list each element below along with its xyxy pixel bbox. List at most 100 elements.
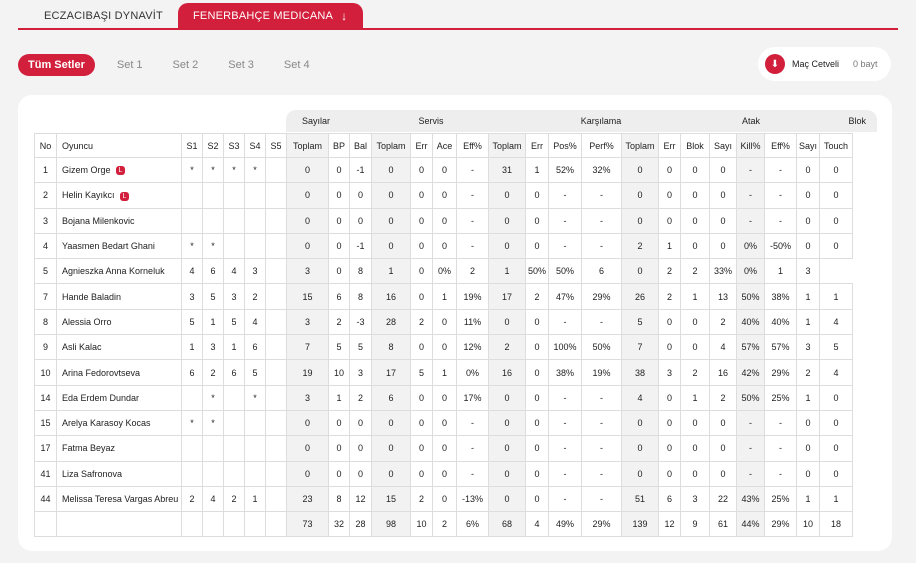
stat-cell: 0 — [796, 409, 821, 437]
stat-cell: 2 — [709, 384, 738, 411]
stat-cell: 2 — [181, 485, 203, 513]
stat-cell: 25% — [764, 485, 798, 513]
column-header: Eff% — [456, 133, 489, 158]
stat-cell: 6 — [371, 384, 411, 411]
stat-cell: 0 — [621, 409, 660, 437]
stat-cell: 40% — [764, 308, 798, 336]
group-atak: Atak — [741, 116, 760, 126]
stat-cell: 6 — [223, 359, 245, 386]
team-tab-eczacibasi[interactable]: ECZACIBAŞI DYNAVİT — [28, 3, 179, 29]
set-tab-2[interactable]: Set 2 — [173, 59, 199, 71]
column-header: BP — [328, 133, 350, 158]
stat-cell: 1 — [764, 258, 798, 285]
stat-cell: 0 — [796, 182, 821, 209]
table-row: 2 Helin Kayıkcı L 0 0 0 0 0 0-0 0- -0 0 0 0- -0 0 — [34, 182, 854, 209]
set-tab-1[interactable]: Set 1 — [117, 59, 143, 71]
stat-cell: 0 — [680, 232, 711, 260]
stat-cell — [181, 182, 203, 209]
stat-cell: 0 — [432, 334, 457, 361]
stat-cell: 0 — [410, 258, 433, 285]
stat-cell: - — [736, 409, 766, 437]
stat-cell: 0 — [410, 182, 433, 209]
stat-cell: - — [764, 207, 798, 234]
stat-cell: 16 — [709, 359, 738, 386]
player-number: 7 — [34, 283, 57, 310]
stat-cell: - — [456, 435, 489, 462]
player-number: 8 — [34, 308, 57, 336]
stat-cell: 0 — [709, 182, 738, 209]
column-header: No — [34, 133, 57, 158]
stat-cell: 0 — [524, 435, 550, 462]
stat-cell: 0 — [371, 156, 411, 184]
stat-cell: 50% — [548, 258, 583, 285]
stat-cell: -3 — [349, 308, 372, 336]
stat-cell: - — [736, 435, 766, 462]
stat-cell: 0% — [736, 232, 766, 260]
stat-cell: - — [548, 485, 583, 513]
stat-cell: 38% — [548, 359, 583, 386]
stat-cell: 1 — [796, 283, 821, 310]
stat-cell: 25% — [764, 384, 798, 411]
stat-cell: 2 — [621, 232, 660, 260]
stat-cell: 0 — [524, 460, 550, 487]
stat-cell: - — [581, 308, 623, 336]
match-sheet-size: 0 bayt — [853, 59, 878, 69]
stat-cell: - — [736, 182, 766, 209]
stat-cell: 1 — [680, 283, 711, 310]
group-header: Sayılar Servis Karşılama Atak Blok — [286, 110, 877, 132]
table-row: 41 Liza Safronova 0 0 0 0 0 0-0 0- -0 0 0 0- -0 0 — [34, 460, 854, 487]
player-name: Melissa Teresa Vargas Abreu — [56, 485, 182, 513]
stat-cell: 0 — [524, 182, 550, 209]
total-cell — [244, 511, 266, 538]
stat-cell: - — [764, 156, 798, 184]
total-cell: 9 — [680, 511, 711, 538]
stat-cell: 0 — [680, 435, 711, 462]
total-cell: 2 — [432, 511, 457, 538]
stat-cell: 1 — [223, 334, 245, 361]
match-sheet-download[interactable]: ⬇ Maç Cetveli 0 bayt — [758, 47, 891, 81]
stat-cell: 8 — [328, 485, 350, 513]
stat-cell: 0 — [621, 182, 660, 209]
total-cell: 6% — [456, 511, 489, 538]
stat-cell: 0 — [819, 460, 854, 487]
totals-row: 73 32 28 98 10 2 6% 68 4 49% 29% 139 12 9 61 44% 29% 10 18 — [34, 511, 854, 538]
stat-cell — [181, 435, 203, 462]
stat-cell: 0 — [488, 232, 526, 260]
stat-cell: 17 — [371, 359, 411, 386]
stat-cell: 0 — [488, 435, 526, 462]
stat-cell: 17% — [456, 384, 489, 411]
stat-cell: 0 — [524, 308, 550, 336]
player-name: Gizem Orge L — [56, 156, 182, 184]
stat-cell: 4 — [223, 258, 245, 285]
column-header: Eff% — [764, 133, 798, 158]
stat-cell: 0 — [432, 207, 457, 234]
stat-cell: * — [181, 232, 203, 260]
set-tab-3[interactable]: Set 3 — [228, 59, 254, 71]
stat-cell: 0 — [680, 156, 711, 184]
stat-cell: 4 — [819, 308, 854, 336]
stat-cell: 5 — [819, 334, 854, 361]
stat-cell: 47% — [548, 283, 583, 310]
stat-cell: -13% — [456, 485, 489, 513]
stat-cell: 0 — [680, 409, 711, 437]
stat-cell: 16 — [488, 359, 526, 386]
team-tab-fenerbahce[interactable]: FENERBAHÇE MEDICANA ↓ — [178, 3, 364, 29]
player-name: Bojana Milenkovic — [56, 207, 182, 234]
stat-cell: 0 — [709, 409, 738, 437]
player-name: Hande Baladin — [56, 283, 182, 310]
stat-cell: - — [548, 435, 583, 462]
stat-cell: 1 — [181, 334, 203, 361]
stat-cell: 0 — [432, 485, 457, 513]
set-tab-all[interactable]: Tüm Setler — [18, 53, 95, 76]
set-tab-4[interactable]: Set 4 — [284, 59, 310, 71]
stat-cell: 0 — [410, 460, 433, 487]
stat-cell: 2 — [349, 384, 372, 411]
stat-cell: 0 — [621, 207, 660, 234]
stat-cell: 0 — [796, 435, 821, 462]
team-tab-label: FENERBAHÇE MEDICANA — [193, 10, 334, 22]
stat-cell: 0 — [819, 182, 854, 209]
table-row: 9 Asli Kalac 1 3 1 6 7 5 5 8 0 0 12% 2 0 100% 50% 7 0 0 4 57%… — [34, 334, 854, 361]
player-name: Yaasmen Bedart Ghani — [56, 232, 182, 260]
stat-cell — [202, 435, 224, 462]
stat-cell: 6 — [581, 258, 623, 285]
